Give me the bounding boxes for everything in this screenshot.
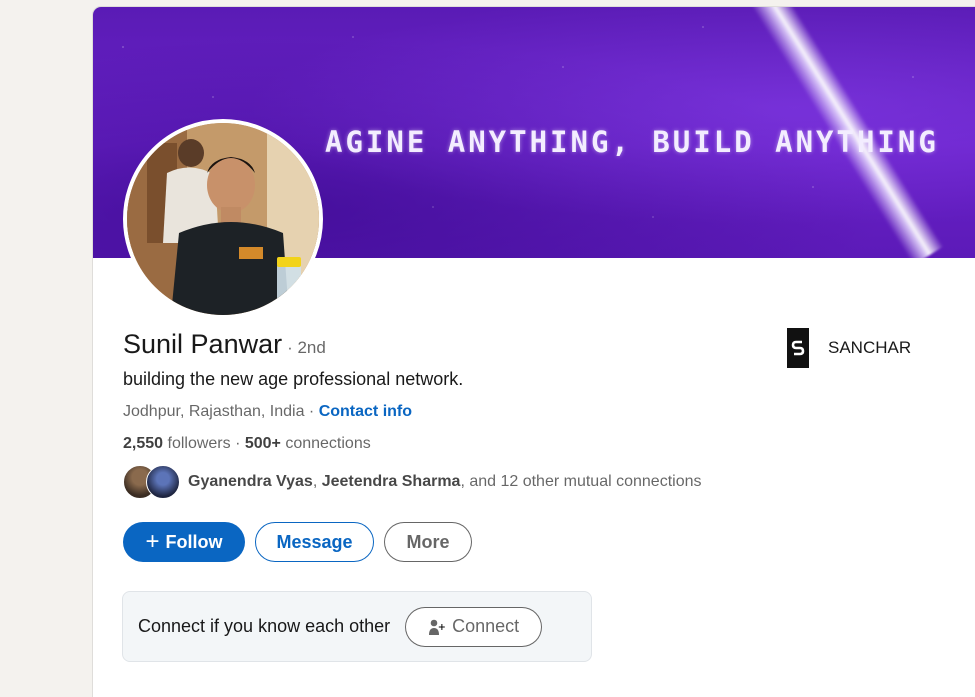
company-logo [787, 328, 809, 368]
current-company[interactable]: SANCHAR [787, 328, 911, 368]
profile-avatar[interactable] [123, 119, 323, 319]
followers-row: 2,550 followers · 500+ connections [123, 435, 371, 453]
profile-card: AGINE ANYTHING, BUILD ANYTHING Sunil Pan… [93, 7, 975, 697]
connect-button[interactable]: Connect [405, 606, 543, 647]
followers-count: 2,550 [123, 435, 164, 452]
follow-button[interactable]: + Follow [123, 522, 245, 562]
connect-prompt: Connect if you know each other [138, 616, 391, 636]
connection-degree: · 2nd [287, 338, 326, 357]
company-name: SANCHAR [828, 338, 912, 357]
message-button[interactable]: Message [255, 522, 374, 562]
name-row: Sunil Panwar · 2nd [123, 329, 326, 360]
profile-headline: building the new age professional networ… [123, 369, 464, 389]
add-person-icon [428, 618, 446, 636]
follow-label: Follow [165, 531, 223, 552]
profile-name: Sunil Panwar [123, 329, 283, 359]
connect-label: Connect [452, 616, 520, 636]
followers-label: followers [163, 435, 231, 452]
connections-count[interactable]: 500+ [245, 435, 281, 452]
sanchar-logo-icon [791, 340, 805, 356]
mutual-connections-row[interactable]: Gyanendra Vyas, Jeetendra Sharma, and 12… [123, 465, 701, 499]
mutual-rest: , and 12 other mutual connections [460, 473, 702, 490]
profile-actions: + Follow Message More [123, 522, 472, 562]
more-button[interactable]: More [384, 522, 472, 562]
contact-info-link[interactable]: Contact info [319, 403, 412, 420]
mutual-avatar [146, 465, 180, 499]
mutual-name-1[interactable]: Gyanendra Vyas [188, 473, 313, 490]
connections-label[interactable]: connections [281, 435, 370, 452]
banner-tagline: AGINE ANYTHING, BUILD ANYTHING [325, 125, 939, 159]
connect-suggestion-box: Connect if you know each other Connect [122, 591, 592, 662]
profile-photo [127, 123, 319, 315]
mutual-name-2[interactable]: Jeetendra Sharma [322, 473, 461, 490]
plus-icon: + [145, 528, 160, 555]
location-row: Jodhpur, Rajasthan, India · Contact info [123, 403, 412, 421]
connections-separator: · [230, 435, 245, 452]
location-separator: · [304, 403, 319, 420]
mutual-avatars [123, 465, 181, 499]
mutual-connections-text: Gyanendra Vyas, Jeetendra Sharma, and 12… [188, 473, 701, 491]
profile-location: Jodhpur, Rajasthan, India [123, 403, 305, 420]
mutual-sep: , [312, 473, 322, 490]
